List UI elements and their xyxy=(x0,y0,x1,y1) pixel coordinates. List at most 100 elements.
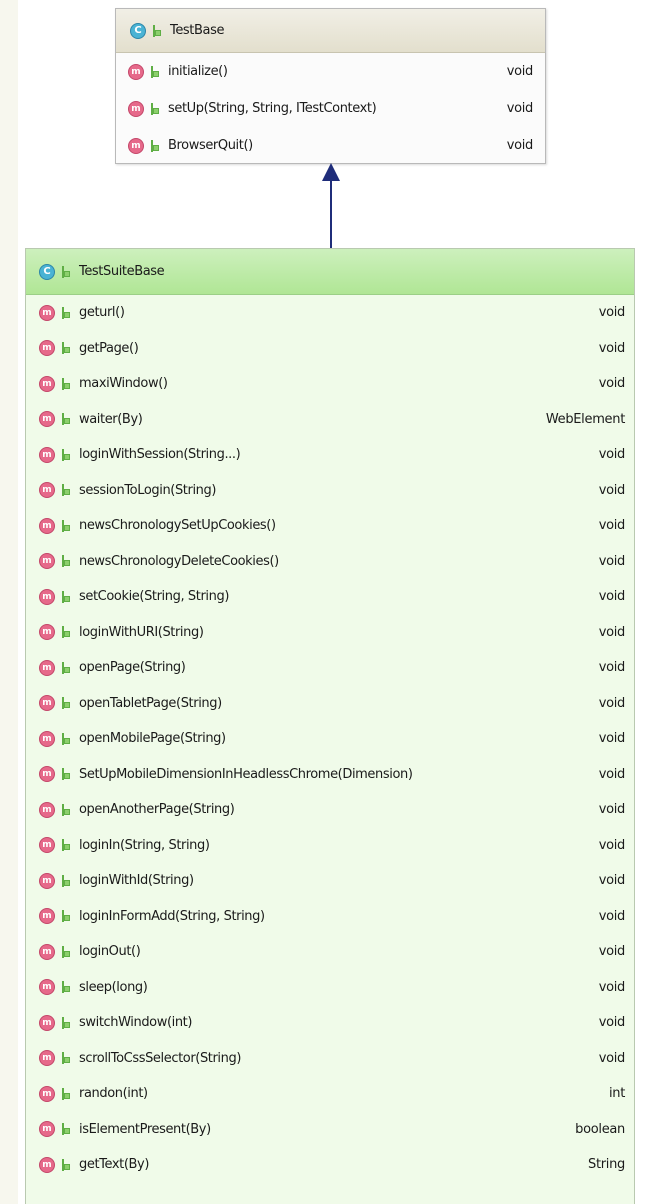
method-name: sleep(long) xyxy=(79,979,148,995)
return-type: void xyxy=(598,589,626,605)
return-type: void xyxy=(598,376,626,392)
public-visibility-icon xyxy=(62,1123,71,1136)
public-visibility-icon xyxy=(62,768,71,781)
method-icon: m xyxy=(39,446,55,463)
method-icon: m xyxy=(128,100,144,117)
method-name: randon(int) xyxy=(79,1086,148,1102)
method-row[interactable]: m openTabletPage(String) void xyxy=(26,686,634,722)
method-list: m initialize() void m setUp(String, String, … xyxy=(116,53,545,164)
return-type: void xyxy=(598,766,626,782)
return-type: void xyxy=(598,979,626,995)
return-type: void xyxy=(598,447,626,463)
return-type: void xyxy=(598,731,626,747)
method-row[interactable]: m loginWithId(String) void xyxy=(26,863,634,899)
method-row[interactable]: m initialize() void xyxy=(116,53,545,90)
method-icon: m xyxy=(39,482,55,499)
method-row[interactable]: m BrowserQuit() void xyxy=(116,127,545,164)
method-row[interactable]: m loginWithURI(String) void xyxy=(26,615,634,651)
class-icon: C xyxy=(39,263,55,280)
public-visibility-icon xyxy=(62,626,71,639)
method-icon: m xyxy=(39,908,55,925)
return-type: void xyxy=(598,305,626,321)
method-name: waiter(By) xyxy=(79,411,143,427)
method-row[interactable]: m SetUpMobileDimensionInHeadlessChrome(Di… xyxy=(26,757,634,793)
method-row[interactable]: m getPage() void xyxy=(26,331,634,367)
public-visibility-icon xyxy=(151,139,160,152)
return-type: void xyxy=(598,624,626,640)
return-type: void xyxy=(506,64,534,79)
public-visibility-icon xyxy=(62,265,71,278)
method-row[interactable]: m getText(By) String xyxy=(26,1147,634,1183)
return-type: void xyxy=(598,340,626,356)
method-icon: m xyxy=(39,340,55,357)
method-name: loginWithSession(String...) xyxy=(79,447,241,463)
method-icon: m xyxy=(39,659,55,676)
method-icon: m xyxy=(39,588,55,605)
method-row[interactable]: m maxiWindow() void xyxy=(26,366,634,402)
public-visibility-icon xyxy=(62,910,71,923)
public-visibility-icon xyxy=(62,732,71,745)
method-row[interactable]: m loginIn(String, String) void xyxy=(26,828,634,864)
method-row[interactable]: m randon(int) int xyxy=(26,1076,634,1112)
public-visibility-icon xyxy=(62,981,71,994)
public-visibility-icon xyxy=(151,102,160,115)
public-visibility-icon xyxy=(62,803,71,816)
method-row[interactable]: m isElementPresent(By) boolean xyxy=(26,1112,634,1148)
public-visibility-icon xyxy=(62,1087,71,1100)
return-type: void xyxy=(598,873,626,889)
method-icon: m xyxy=(39,1085,55,1102)
class-box-testbase[interactable]: C TestBase m initialize() void m setUp(Strin… xyxy=(115,8,546,164)
method-name: geturl() xyxy=(79,305,125,321)
method-name: BrowserQuit() xyxy=(168,138,253,153)
method-icon: m xyxy=(39,1014,55,1031)
return-type: void xyxy=(598,695,626,711)
method-name: maxiWindow() xyxy=(79,376,168,392)
method-row[interactable]: m setUp(String, String, ITestContext) void xyxy=(116,90,545,127)
return-type: void xyxy=(506,101,534,116)
inheritance-arrowhead xyxy=(322,163,340,181)
public-visibility-icon xyxy=(62,484,71,497)
method-icon: m xyxy=(39,766,55,783)
class-header[interactable]: C TestSuiteBase xyxy=(26,249,634,295)
method-row[interactable]: m scrollToCssSelector(String) void xyxy=(26,1041,634,1077)
method-icon: m xyxy=(39,624,55,641)
method-name: loginInFormAdd(String, String) xyxy=(79,908,265,924)
method-icon: m xyxy=(128,63,144,80)
method-icon: m xyxy=(39,375,55,392)
method-row[interactable]: m waiter(By) WebElement xyxy=(26,402,634,438)
method-icon: m xyxy=(39,979,55,996)
method-row[interactable]: m newsChronologySetUpCookies() void xyxy=(26,508,634,544)
public-visibility-icon xyxy=(62,413,71,426)
method-name: switchWindow(int) xyxy=(79,1015,193,1031)
public-visibility-icon xyxy=(62,555,71,568)
method-row[interactable]: m switchWindow(int) void xyxy=(26,1005,634,1041)
method-icon: m xyxy=(39,801,55,818)
public-visibility-icon xyxy=(62,519,71,532)
method-row[interactable]: m setCookie(String, String) void xyxy=(26,579,634,615)
method-row[interactable]: m openAnotherPage(String) void xyxy=(26,792,634,828)
class-box-testsuitebase[interactable]: C TestSuiteBase m geturl() void m getPage() v… xyxy=(25,248,635,1204)
method-icon: m xyxy=(39,1121,55,1138)
return-type: WebElement xyxy=(545,411,625,427)
method-row[interactable]: m geturl() void xyxy=(26,295,634,331)
return-type: void xyxy=(598,660,626,676)
method-row[interactable]: m sessionToLogin(String) void xyxy=(26,473,634,509)
method-row[interactable]: m loginOut() void xyxy=(26,934,634,970)
method-name: loginOut() xyxy=(79,944,141,960)
return-type: int xyxy=(608,1086,625,1102)
class-header[interactable]: C TestBase xyxy=(116,9,545,53)
return-type: void xyxy=(598,908,626,924)
method-name: loginWithId(String) xyxy=(79,873,194,889)
method-icon: m xyxy=(39,872,55,889)
method-row[interactable]: m loginWithSession(String...) void xyxy=(26,437,634,473)
method-row[interactable]: m loginInFormAdd(String, String) void xyxy=(26,899,634,935)
public-visibility-icon xyxy=(62,342,71,355)
method-row[interactable]: m openMobilePage(String) void xyxy=(26,721,634,757)
method-row[interactable]: m newsChronologyDeleteCookies() void xyxy=(26,544,634,580)
method-name: newsChronologyDeleteCookies() xyxy=(79,553,279,569)
method-row[interactable]: m sleep(long) void xyxy=(26,970,634,1006)
method-row[interactable]: m openPage(String) void xyxy=(26,650,634,686)
return-type: void xyxy=(506,138,534,153)
method-name: scrollToCssSelector(String) xyxy=(79,1050,242,1066)
return-type: void xyxy=(598,802,626,818)
